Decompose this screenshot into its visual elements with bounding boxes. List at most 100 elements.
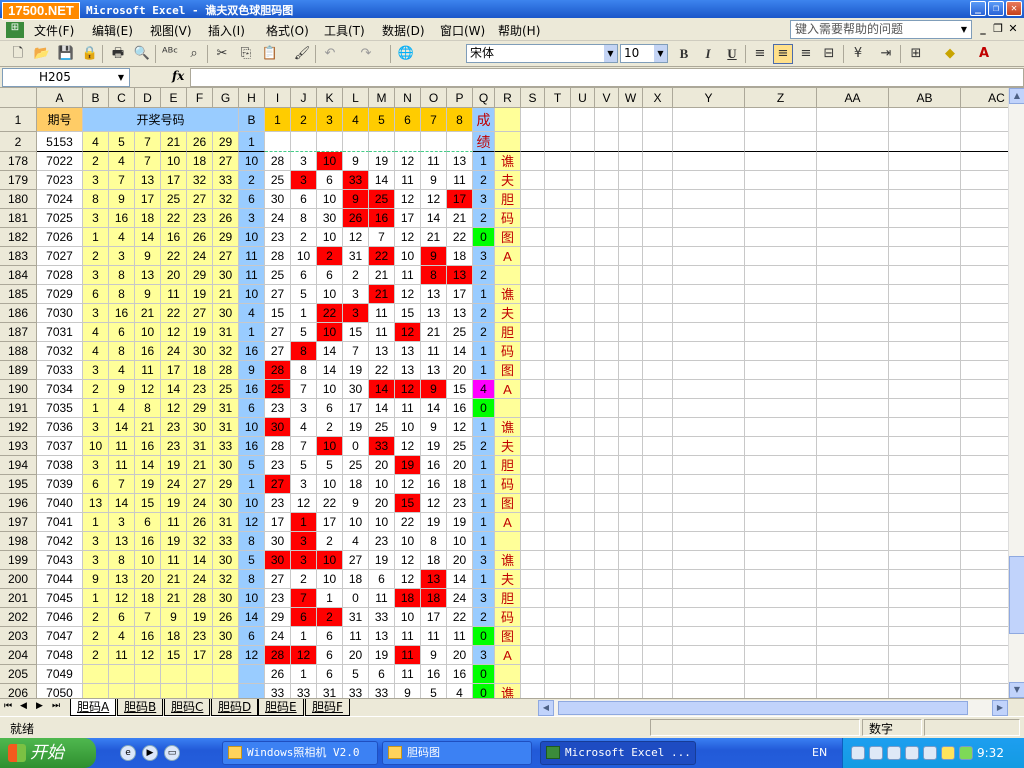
cell-count[interactable]: 15: [447, 380, 473, 399]
cell[interactable]: [545, 380, 571, 399]
cell-count[interactable]: 33: [369, 608, 395, 627]
cell[interactable]: [817, 513, 889, 532]
cell[interactable]: [545, 152, 571, 171]
cell[interactable]: [595, 627, 619, 646]
vertical-scrollbar[interactable]: ▲ ▼: [1008, 88, 1024, 698]
cell[interactable]: [745, 380, 817, 399]
cell-number[interactable]: 18: [187, 152, 213, 171]
cell[interactable]: [643, 247, 673, 266]
cell[interactable]: [673, 380, 745, 399]
cell-side-label[interactable]: A: [495, 646, 521, 665]
cell[interactable]: [745, 285, 817, 304]
cell-count[interactable]: 14: [369, 380, 395, 399]
cell-count[interactable]: 16: [421, 665, 447, 684]
cell-count[interactable]: 19: [369, 551, 395, 570]
cell[interactable]: [961, 132, 1008, 152]
cell[interactable]: [521, 171, 545, 190]
cell-count[interactable]: 13: [421, 304, 447, 323]
cell[interactable]: [571, 456, 595, 475]
mdi-minimize-button[interactable]: _: [976, 22, 990, 35]
cell-number[interactable]: 13: [109, 570, 135, 589]
cell-side-label[interactable]: [495, 266, 521, 285]
umbrella-icon[interactable]: [959, 746, 973, 760]
column-header-i[interactable]: I: [265, 88, 291, 108]
cell-count[interactable]: 28: [265, 646, 291, 665]
cell-count[interactable]: 6: [291, 266, 317, 285]
cell[interactable]: [643, 285, 673, 304]
cell[interactable]: [745, 132, 817, 152]
cell-number[interactable]: 18: [135, 589, 161, 608]
cell-number[interactable]: 25: [213, 380, 239, 399]
cell[interactable]: [521, 513, 545, 532]
cell[interactable]: [619, 132, 643, 152]
cell-count[interactable]: 12: [395, 228, 421, 247]
cell-count[interactable]: 9: [343, 152, 369, 171]
cell[interactable]: [571, 247, 595, 266]
cell[interactable]: [817, 209, 889, 228]
cell-count[interactable]: 10: [317, 475, 343, 494]
cell[interactable]: [595, 190, 619, 209]
cell[interactable]: [745, 209, 817, 228]
cell[interactable]: [571, 228, 595, 247]
cell-count[interactable]: 24: [265, 627, 291, 646]
cell-blue[interactable]: 2: [239, 171, 265, 190]
cell[interactable]: [521, 361, 545, 380]
cell-count[interactable]: 27: [265, 342, 291, 361]
cell[interactable]: [521, 132, 545, 152]
cell[interactable]: [961, 456, 1008, 475]
cell-number[interactable]: 3: [83, 266, 109, 285]
cell-number[interactable]: 33: [213, 437, 239, 456]
row-header[interactable]: 186: [0, 304, 37, 323]
cell[interactable]: [545, 228, 571, 247]
cell-count[interactable]: 10: [395, 418, 421, 437]
cell-number[interactable]: 13: [83, 494, 109, 513]
cell-count[interactable]: 10: [343, 513, 369, 532]
cell[interactable]: [673, 456, 745, 475]
cell[interactable]: [571, 132, 595, 152]
cell-count[interactable]: 12: [421, 190, 447, 209]
cell-blue[interactable]: 16: [239, 437, 265, 456]
column-header-r[interactable]: R: [495, 88, 521, 108]
cell[interactable]: [745, 551, 817, 570]
cell-side-label[interactable]: 胆: [495, 190, 521, 209]
cell[interactable]: [595, 323, 619, 342]
cell-number[interactable]: 13: [109, 532, 135, 551]
cell[interactable]: [817, 494, 889, 513]
cell-score[interactable]: 2: [473, 437, 495, 456]
header-col-7[interactable]: 7: [421, 108, 447, 132]
cell[interactable]: [817, 399, 889, 418]
cell[interactable]: [595, 494, 619, 513]
column-header-y[interactable]: Y: [673, 88, 745, 108]
formula-input[interactable]: [190, 68, 1024, 87]
cell[interactable]: [619, 456, 643, 475]
cell-number[interactable]: 3: [109, 247, 135, 266]
cell[interactable]: [961, 646, 1008, 665]
minimize-button[interactable]: _: [970, 1, 986, 16]
cell-number[interactable]: 26: [187, 132, 213, 152]
cell[interactable]: [817, 380, 889, 399]
chevron-down-icon[interactable]: ▼: [604, 45, 617, 62]
cell-score[interactable]: 1: [473, 532, 495, 551]
menu-file[interactable]: 文件(F): [34, 22, 74, 39]
cell[interactable]: [745, 513, 817, 532]
cell[interactable]: [817, 684, 889, 698]
cell-count[interactable]: 6: [317, 646, 343, 665]
cell[interactable]: [595, 570, 619, 589]
cell-score[interactable]: 4: [473, 380, 495, 399]
cell[interactable]: [521, 551, 545, 570]
redo-icon[interactable]: ↷: [356, 44, 376, 64]
cell-number[interactable]: 21: [161, 132, 187, 152]
cell-blue[interactable]: [239, 684, 265, 698]
cell[interactable]: [817, 171, 889, 190]
cell-side-label[interactable]: 夫: [495, 171, 521, 190]
cell-number[interactable]: 3: [83, 361, 109, 380]
cell-count[interactable]: 23: [265, 494, 291, 513]
menu-view[interactable]: 视图(V): [150, 22, 192, 39]
next-sheet-icon[interactable]: ▶: [36, 701, 43, 711]
column-header-f[interactable]: F: [187, 88, 213, 108]
cell[interactable]: [619, 209, 643, 228]
cell-count[interactable]: 30: [343, 380, 369, 399]
cell-count[interactable]: 10: [395, 247, 421, 266]
cell-number[interactable]: 12: [161, 323, 187, 342]
cell[interactable]: [961, 627, 1008, 646]
